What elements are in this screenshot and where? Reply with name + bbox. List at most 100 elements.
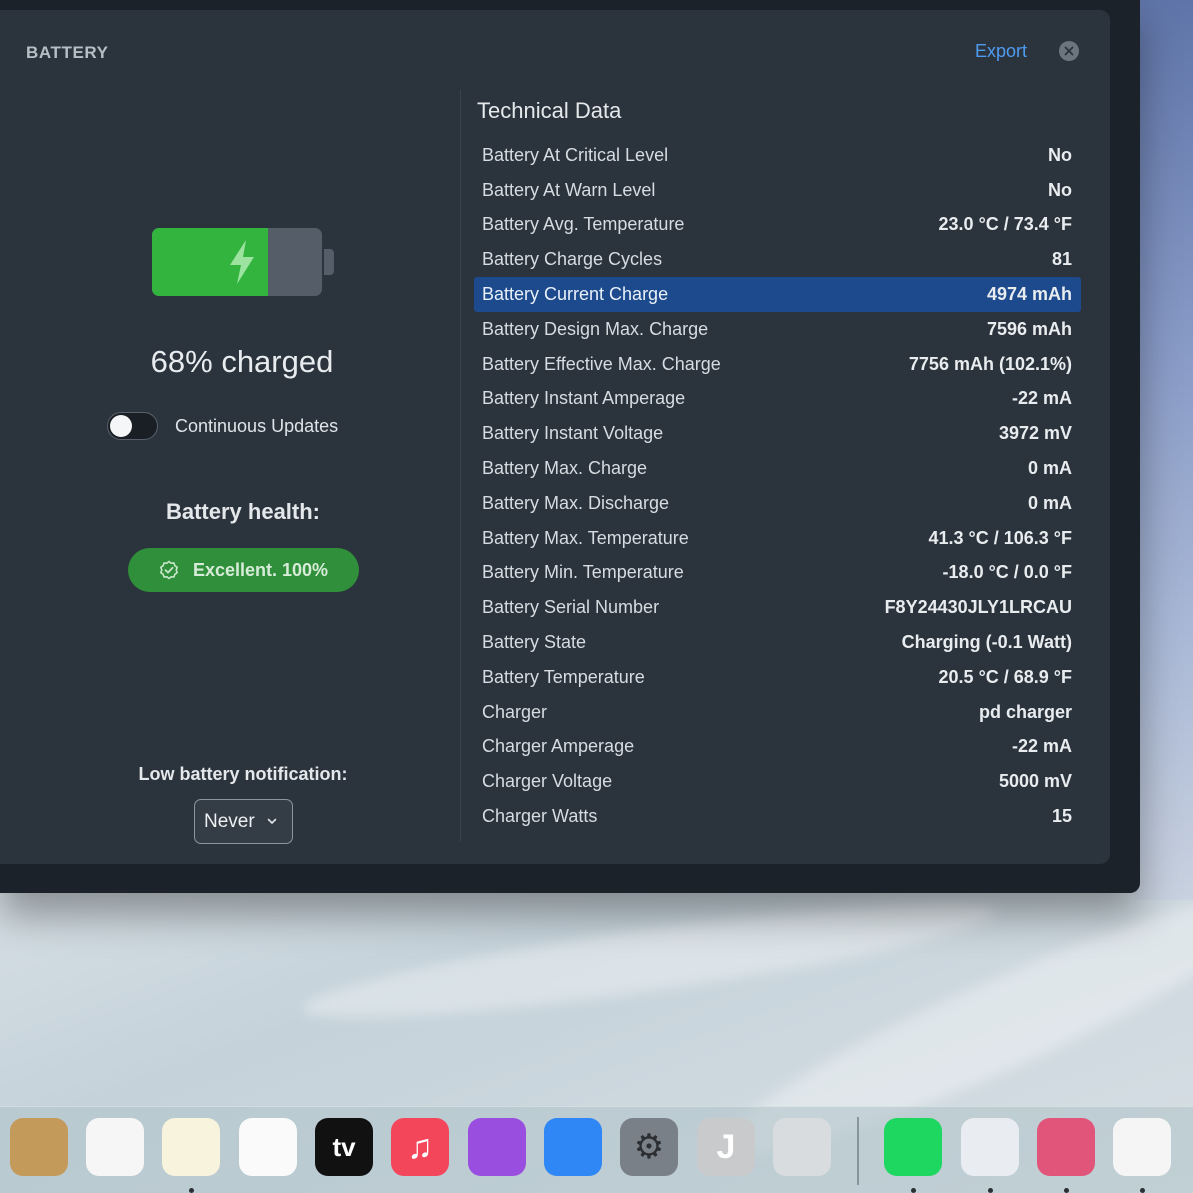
row-label: Battery Instant Voltage <box>482 423 664 444</box>
table-row[interactable]: Battery Design Max. Charge 7596 mAh <box>474 312 1081 347</box>
table-row[interactable]: Charger Amperage -22 mA <box>474 730 1081 765</box>
export-button[interactable]: Export <box>975 41 1027 62</box>
row-value: Charging (-0.1 Watt) <box>901 632 1072 653</box>
row-label: Battery Serial Number <box>482 597 660 618</box>
row-value: 41.3 °C / 106.3 °F <box>928 527 1072 548</box>
wallpaper-streak <box>299 881 1001 1039</box>
battery-terminal <box>324 249 334 275</box>
apple-tv-icon[interactable]: tv <box>315 1118 373 1176</box>
row-label: Charger Amperage <box>482 736 635 757</box>
table-row[interactable]: Battery Serial Number F8Y24430JLY1LRCAU <box>474 590 1081 625</box>
table-row[interactable]: Battery Max. Discharge 0 mA <box>474 486 1081 521</box>
table-row[interactable]: Battery Current Charge 4974 mAh <box>474 277 1081 312</box>
app-store-icon[interactable] <box>544 1118 602 1176</box>
row-label: Battery Effective Max. Charge <box>482 353 721 374</box>
row-label: Battery State <box>482 632 587 653</box>
row-label: Battery Current Charge <box>482 284 669 305</box>
low-battery-notification-label: Low battery notification: <box>138 764 348 784</box>
row-value: 15 <box>1051 806 1072 827</box>
usb-app-icon[interactable] <box>1037 1118 1095 1176</box>
technical-data-table: Battery At Critical Level No Battery At Wa… <box>474 138 1081 834</box>
continuous-updates-label: Continuous Updates <box>175 416 339 436</box>
textedit-icon[interactable] <box>1113 1118 1171 1176</box>
reminders-icon[interactable] <box>86 1118 144 1176</box>
table-row[interactable]: Battery Max. Charge 0 mA <box>474 451 1081 486</box>
lightning-bolt-icon <box>230 240 254 284</box>
row-value: 4974 mAh <box>986 284 1072 305</box>
table-row[interactable]: Battery Max. Temperature 41.3 °C / 106.3 … <box>474 521 1081 556</box>
row-value: No <box>1048 179 1072 200</box>
table-row[interactable]: Battery Charge Cycles 81 <box>474 242 1081 277</box>
running-indicator <box>1064 1188 1069 1193</box>
freeform-icon[interactable] <box>239 1118 297 1176</box>
row-value: 7596 mAh <box>986 318 1072 339</box>
contacts-icon[interactable] <box>10 1118 68 1176</box>
table-row[interactable]: Battery Temperature 20.5 °C / 68.9 °F <box>474 660 1081 695</box>
running-indicator <box>988 1188 993 1193</box>
row-value: 81 <box>1051 249 1072 270</box>
row-label: Battery Min. Temperature <box>482 562 684 583</box>
row-value: 0 mA <box>1027 492 1072 513</box>
table-row[interactable]: Charger Watts 15 <box>474 799 1081 834</box>
row-value: -22 mA <box>1011 388 1072 409</box>
notification-select-value: Never <box>204 810 255 832</box>
battery-sheet: BATTERY Export 68% charged Continuous Up… <box>0 10 1110 864</box>
music-icon[interactable]: ♫ <box>391 1118 449 1176</box>
app-j-icon[interactable]: J <box>697 1118 755 1176</box>
panel-divider <box>460 90 461 842</box>
table-row[interactable]: Battery Avg. Temperature 23.0 °C / 73.4 °… <box>474 208 1081 243</box>
row-label: Battery At Critical Level <box>482 144 669 165</box>
continuous-updates-toggle[interactable] <box>107 412 158 440</box>
notes-icon[interactable] <box>162 1118 220 1176</box>
row-label: Charger Voltage <box>482 771 613 792</box>
close-icon <box>1064 46 1074 56</box>
row-value: 0 mA <box>1027 458 1072 479</box>
table-row[interactable]: Charger pd charger <box>474 695 1081 730</box>
chevron-down-icon <box>267 818 276 824</box>
row-value: 20.5 °C / 68.9 °F <box>938 666 1072 687</box>
table-row[interactable]: Battery Instant Amperage -22 mA <box>474 382 1081 417</box>
row-label: Battery Avg. Temperature <box>482 214 685 235</box>
dock-icon-glyph: tv <box>332 1131 356 1162</box>
battery-health-badge: Excellent. 100% <box>128 548 359 592</box>
system-settings-icon[interactable]: ⚙ <box>620 1118 678 1176</box>
row-value: 23.0 °C / 73.4 °F <box>938 214 1072 235</box>
close-button[interactable] <box>1059 41 1079 61</box>
running-indicator <box>1140 1188 1145 1193</box>
row-value: F8Y24430JLY1LRCAU <box>884 597 1072 618</box>
row-label: Charger <box>482 701 548 722</box>
table-row[interactable]: Battery Instant Voltage 3972 mV <box>474 416 1081 451</box>
battery-health-title: Battery health: <box>165 499 321 524</box>
table-row[interactable]: Battery State Charging (-0.1 Watt) <box>474 625 1081 660</box>
spotify-icon[interactable] <box>884 1118 942 1176</box>
row-label: Battery Max. Discharge <box>482 492 670 513</box>
app-window: BATTERY Export 68% charged Continuous Up… <box>0 0 1140 893</box>
battery-summary-panel: 68% charged Continuous Updates Battery h… <box>0 10 460 864</box>
dock-separator <box>857 1117 859 1185</box>
battery-body <box>152 228 322 296</box>
row-label: Battery Instant Amperage <box>482 388 686 409</box>
toggle-knob <box>110 415 132 437</box>
row-value: No <box>1048 144 1072 165</box>
preview-icon[interactable] <box>961 1118 1019 1176</box>
iphone-mirroring-icon[interactable] <box>773 1118 831 1176</box>
table-row[interactable]: Battery Effective Max. Charge 7756 mAh (1… <box>474 347 1081 382</box>
row-value: 3972 mV <box>998 423 1072 444</box>
low-battery-notification-select[interactable]: Never <box>194 799 293 844</box>
podcasts-icon[interactable] <box>468 1118 526 1176</box>
running-indicator <box>189 1188 194 1193</box>
charge-percentage-text: 68% charged <box>150 344 334 379</box>
row-label: Battery Charge Cycles <box>482 249 663 270</box>
row-label: Charger Watts <box>482 806 598 827</box>
row-value: 7756 mAh (102.1%) <box>908 353 1072 374</box>
table-row[interactable]: Battery Min. Temperature -18.0 °C / 0.0 °… <box>474 556 1081 591</box>
table-row[interactable]: Battery At Warn Level No <box>474 173 1081 208</box>
row-label: Battery Temperature <box>482 666 645 687</box>
row-value: 5000 mV <box>998 771 1072 792</box>
table-row[interactable]: Charger Voltage 5000 mV <box>474 764 1081 799</box>
table-row[interactable]: Battery At Critical Level No <box>474 138 1081 173</box>
running-indicator <box>911 1188 916 1193</box>
technical-data-title: Technical Data <box>477 98 622 123</box>
battery-health-text: Excellent. 100% <box>192 559 329 580</box>
row-label: Battery At Warn Level <box>482 179 656 200</box>
